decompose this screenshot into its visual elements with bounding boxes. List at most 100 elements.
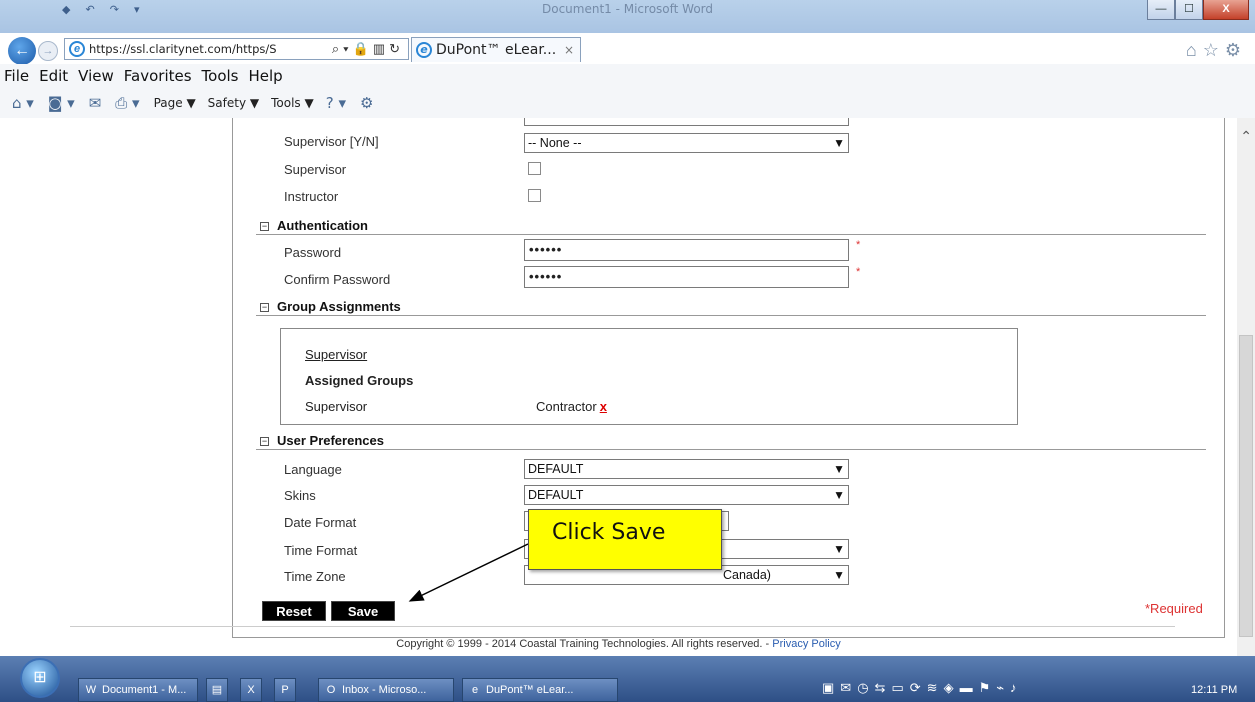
window-title: Document1 - Microsoft Word bbox=[541, 2, 714, 16]
window-controls: — ☐ X bbox=[1147, 0, 1249, 20]
save-button[interactable]: Save bbox=[331, 601, 395, 621]
menu-favorites[interactable]: Favorites bbox=[124, 67, 192, 85]
supervisor-yn-select[interactable]: -- None -- ▼ bbox=[524, 133, 849, 153]
page-menu[interactable]: Page ▼ bbox=[154, 96, 196, 110]
menu-tools[interactable]: Tools bbox=[202, 67, 239, 85]
instructor-label: Instructor bbox=[284, 189, 339, 204]
menu-view[interactable]: View bbox=[78, 67, 114, 85]
supervisor-group-link[interactable]: Supervisor bbox=[305, 347, 367, 362]
required-note: *Required bbox=[1145, 601, 1203, 616]
windows-logo-icon: ⊞ bbox=[33, 669, 47, 686]
tools-menu[interactable]: Tools ▼ bbox=[271, 96, 314, 110]
tray-sync-icon[interactable]: ⟳ bbox=[910, 680, 927, 695]
password-input[interactable]: •••••• bbox=[524, 239, 849, 261]
section-divider bbox=[256, 234, 1206, 235]
section-user-preferences[interactable]: − User Preferences bbox=[260, 433, 384, 448]
back-button[interactable]: ← bbox=[8, 37, 36, 65]
tray-display-icon[interactable]: ▬ bbox=[960, 680, 979, 695]
section-group-assignments[interactable]: − Group Assignments bbox=[260, 299, 401, 314]
tray-wifi-icon[interactable]: ≋ bbox=[927, 680, 944, 695]
rss-feed-icon[interactable]: ◙ ▾ bbox=[48, 94, 75, 112]
scroll-up-icon[interactable]: ⌃ bbox=[1240, 128, 1252, 145]
taskbar-item-explorer[interactable]: ▤ bbox=[206, 678, 228, 702]
print-icon[interactable]: ⎙ ▾ bbox=[115, 94, 139, 112]
settings-gear-icon[interactable]: ⚙ bbox=[1225, 40, 1247, 60]
assigned-group-value: Contractor x bbox=[536, 399, 607, 414]
ie-icon: e bbox=[471, 684, 479, 696]
collapse-icon[interactable]: − bbox=[260, 222, 269, 231]
tray-clock-icon[interactable]: ◷ bbox=[857, 680, 874, 695]
time-zone-label: Time Zone bbox=[284, 569, 346, 584]
tray-network-icon[interactable]: ⇆ bbox=[875, 680, 892, 695]
menu-help[interactable]: Help bbox=[249, 67, 283, 85]
forward-arrow-icon: → bbox=[42, 45, 54, 57]
favorites-star-icon[interactable]: ☆ bbox=[1203, 40, 1225, 60]
powerpoint-icon: P bbox=[281, 684, 289, 696]
language-select[interactable]: DEFAULT ▼ bbox=[524, 459, 849, 479]
taskbar-item-ie[interactable]: e DuPont™ eLear... bbox=[462, 678, 618, 702]
forward-button[interactable]: → bbox=[38, 41, 58, 61]
instructor-checkbox[interactable] bbox=[528, 189, 541, 202]
tray-shield-icon[interactable]: ◈ bbox=[944, 680, 960, 695]
confirm-password-input[interactable]: •••••• bbox=[524, 266, 849, 288]
address-tools[interactable]: ⌕▾🔒▥↻ bbox=[332, 41, 408, 57]
taskbar-item-word[interactable]: W Document1 - M... bbox=[78, 678, 198, 702]
tray-volume-icon[interactable]: ♪ bbox=[1010, 680, 1023, 695]
section-authentication[interactable]: − Authentication bbox=[260, 218, 368, 233]
tray-icon[interactable]: ▣ bbox=[822, 680, 840, 695]
collapse-icon[interactable]: − bbox=[260, 303, 269, 312]
chevron-down-icon: ▼ bbox=[833, 542, 845, 556]
collapse-icon[interactable]: − bbox=[260, 437, 269, 446]
tab-label: DuPont™ eLear... bbox=[436, 42, 557, 58]
url-text[interactable]: https://ssl.claritynet.com/https/S bbox=[89, 42, 332, 56]
minimize-button[interactable]: — bbox=[1147, 0, 1175, 20]
time-format-label: Time Format bbox=[284, 543, 358, 558]
taskbar-item-outlook[interactable]: O Inbox - Microso... bbox=[318, 678, 454, 702]
start-button[interactable]: ⊞ bbox=[20, 658, 60, 698]
settings-gear-icon[interactable]: ⚙ bbox=[360, 94, 373, 112]
tray-flag-icon[interactable]: ⚑ bbox=[979, 680, 997, 695]
skins-label: Skins bbox=[284, 488, 316, 503]
taskbar-item-excel[interactable]: X bbox=[240, 678, 262, 702]
maximize-button[interactable]: ☐ bbox=[1175, 0, 1203, 20]
taskbar-clock[interactable]: 12:11 PM bbox=[1191, 684, 1237, 696]
home-icon[interactable]: ⌂ bbox=[1186, 40, 1203, 60]
supervisor-yn-label: Supervisor [Y/N] bbox=[284, 134, 379, 149]
help-icon[interactable]: ? ▾ bbox=[326, 94, 346, 112]
privacy-policy-link[interactable]: Privacy Policy bbox=[772, 638, 840, 650]
required-marker: * bbox=[856, 239, 861, 251]
chevron-down-icon: ▼ bbox=[833, 568, 845, 582]
home-icon[interactable]: ⌂ ▾ bbox=[12, 94, 34, 112]
click-save-callout: Click Save bbox=[528, 509, 722, 570]
remove-group-link[interactable]: x bbox=[600, 399, 607, 414]
browser-right-icons: ⌂☆⚙ bbox=[1186, 40, 1247, 61]
taskbar-item-powerpoint[interactable]: P bbox=[274, 678, 296, 702]
tab-close-icon[interactable]: × bbox=[558, 43, 580, 57]
supervisor-yn-value: -- None -- bbox=[528, 136, 582, 150]
tray-mail-icon[interactable]: ✉ bbox=[840, 680, 857, 695]
chevron-down-icon: ▼ bbox=[833, 136, 845, 150]
assigned-groups-heading: Assigned Groups bbox=[305, 373, 414, 388]
date-format-label: Date Format bbox=[284, 515, 357, 530]
mail-icon[interactable]: ✉ bbox=[89, 94, 102, 112]
safety-menu[interactable]: Safety ▼ bbox=[208, 96, 259, 110]
menu-file[interactable]: File bbox=[4, 67, 29, 85]
scrollbar-thumb[interactable] bbox=[1239, 335, 1253, 637]
folder-icon: ▤ bbox=[211, 684, 223, 696]
skins-select[interactable]: DEFAULT ▼ bbox=[524, 485, 849, 505]
supervisor-label: Supervisor bbox=[284, 162, 347, 177]
language-label: Language bbox=[284, 462, 342, 477]
copyright-text: Copyright © 1999 - 2014 Coastal Training… bbox=[396, 638, 773, 650]
command-bar: ⌂ ▾ ◙ ▾ ✉ ⎙ ▾ Page ▼ Safety ▼ Tools ▼ ? … bbox=[0, 88, 1255, 118]
address-bar[interactable]: e https://ssl.claritynet.com/https/S ⌕▾🔒… bbox=[64, 38, 409, 60]
menu-edit[interactable]: Edit bbox=[39, 67, 68, 85]
tray-monitor-icon[interactable]: ▭ bbox=[891, 680, 909, 695]
tray-power-icon[interactable]: ⌁ bbox=[996, 680, 1010, 695]
supervisor-checkbox[interactable] bbox=[528, 162, 541, 175]
close-button[interactable]: X bbox=[1203, 0, 1249, 20]
reset-button[interactable]: Reset bbox=[262, 601, 326, 621]
chevron-down-icon: ▼ bbox=[833, 462, 845, 476]
status-select[interactable] bbox=[524, 118, 849, 126]
browser-tab[interactable]: e DuPont™ eLear... × bbox=[411, 37, 581, 62]
ie-tab-icon: e bbox=[416, 42, 432, 58]
